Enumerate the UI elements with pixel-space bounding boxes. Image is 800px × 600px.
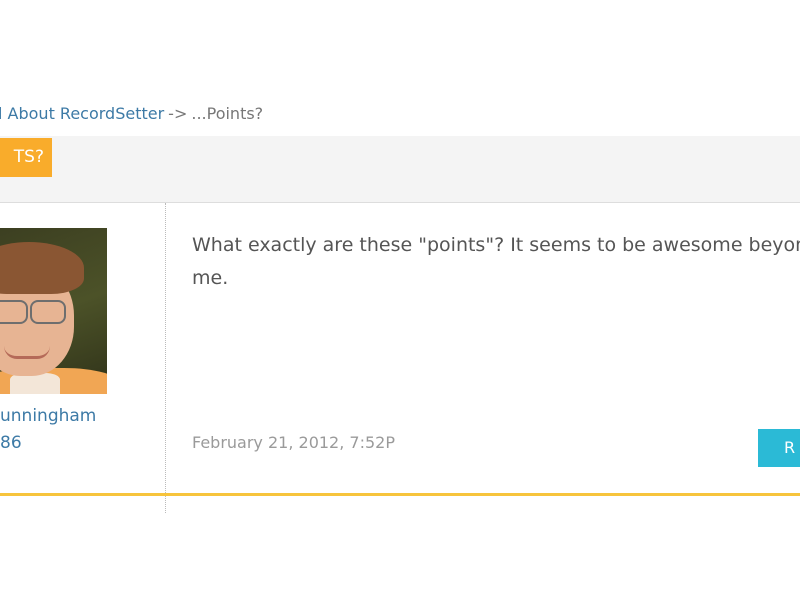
breadcrumb-parent-link[interactable]: l About RecordSetter xyxy=(0,104,164,123)
post-bottom-divider xyxy=(0,493,800,496)
author-points: 86 xyxy=(0,433,22,453)
post-date: February 21, 2012, 7:52P xyxy=(192,433,395,452)
forum-thread-page: l About RecordSetter -> ...Points? TS? unn… xyxy=(0,0,800,600)
avatar-collar xyxy=(10,373,60,394)
author-avatar[interactable] xyxy=(0,228,107,394)
avatar-mouth xyxy=(4,346,50,359)
avatar-lens-left xyxy=(0,300,28,324)
avatar-hair xyxy=(0,242,84,294)
post-body-text: What exactly are these "points"? It seem… xyxy=(192,234,800,289)
breadcrumb-separator: -> xyxy=(168,104,188,123)
post-column-divider xyxy=(165,203,166,513)
reply-button[interactable]: R xyxy=(758,429,800,467)
avatar-glasses xyxy=(0,300,66,324)
breadcrumb: l About RecordSetter -> ...Points? xyxy=(0,104,263,123)
author-name-link[interactable]: unningham xyxy=(0,406,96,426)
thread-title-badge: TS? xyxy=(0,138,52,177)
thread-title-text: TS? xyxy=(13,147,44,167)
avatar-lens-right xyxy=(30,300,66,324)
thread-title-bar xyxy=(0,136,800,202)
breadcrumb-current: ...Points? xyxy=(191,104,264,123)
post-top-divider xyxy=(0,202,800,203)
